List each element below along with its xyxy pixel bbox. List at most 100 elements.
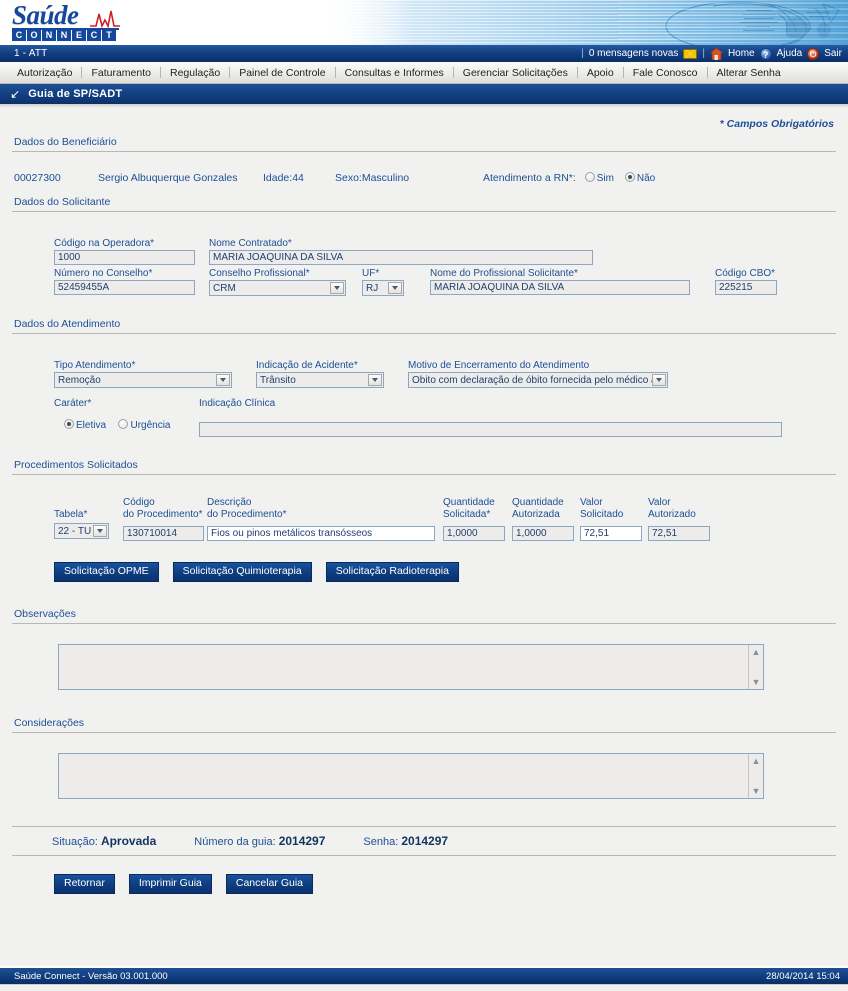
carater-radio-eletiva[interactable] <box>64 419 74 429</box>
imprimir-guia-button[interactable]: Imprimir Guia <box>128 874 212 894</box>
valor-autorizado-input[interactable] <box>648 526 710 541</box>
scroll-up-icon[interactable]: ▲ <box>752 756 761 766</box>
logout-link[interactable]: Sair <box>824 48 842 59</box>
descricao-procedimento-input[interactable] <box>207 526 435 541</box>
beneficiary-name: Sergio Albuquerque Gonzales <box>98 172 238 184</box>
messages-label[interactable]: 0 mensagens novas <box>589 48 679 59</box>
ekg-icon <box>90 9 120 34</box>
indicacao-clinica-label: Indicação Clínica <box>199 398 276 409</box>
mail-icon[interactable] <box>683 48 698 59</box>
rn-radio-sim-label: Sim <box>596 173 614 184</box>
solicitacao-quimioterapia-button[interactable]: Solicitação Quimioterapia <box>172 562 312 582</box>
cbo-input[interactable] <box>715 280 777 295</box>
senha-label: Senha: <box>363 836 399 848</box>
table-row: 22 - TU <box>54 523 836 543</box>
separator: | <box>581 48 584 59</box>
help-icon[interactable]: ? <box>759 47 772 60</box>
indicacao-acidente-value: Trânsito <box>260 375 296 386</box>
logo-letter: C <box>12 29 26 41</box>
home-icon[interactable] <box>708 47 724 60</box>
col-qtd-solicitada-label-1: Quantidade <box>443 497 495 508</box>
logo-letter: E <box>72 29 86 41</box>
situacao-label: Situação: <box>52 836 98 848</box>
page-title: Guia de SP/SADT <box>28 88 123 100</box>
arrow-icon: ↘ <box>10 87 21 101</box>
menu-item-apoio[interactable]: Apoio <box>578 67 623 79</box>
scroll-up-icon[interactable]: ▲ <box>752 647 761 657</box>
nome-contratado-input[interactable] <box>209 250 593 265</box>
carater-radio-urgencia[interactable] <box>118 419 129 429</box>
separator: | <box>702 48 705 59</box>
logged-user-label: 1 - ATT <box>14 48 48 59</box>
chevron-down-icon[interactable] <box>93 525 107 537</box>
logo-underline <box>12 28 119 30</box>
user-status-bar: 1 - ATT | 0 mensagens novas | Home ? Aju… <box>0 45 848 62</box>
scroll-down-icon[interactable]: ▼ <box>752 677 761 687</box>
logo-letter: O <box>27 29 41 41</box>
observacoes-scrollbar[interactable]: ▲ ▼ <box>748 645 763 689</box>
beneficiary-row: 00027300 Sergio Albuquerque Gonzales Ida… <box>12 154 836 190</box>
menu-item-regulacao[interactable]: Regulação <box>161 67 229 79</box>
atendimento-row-2: Caráter* Eletiva Urgência Indicação Clín… <box>54 398 836 437</box>
scroll-down-icon[interactable]: ▼ <box>752 786 761 796</box>
observacoes-textarea[interactable] <box>58 644 764 690</box>
chevron-down-icon[interactable] <box>368 374 382 386</box>
nome-profissional-input[interactable] <box>430 280 690 295</box>
section-solicitante: Dados do Solicitante <box>12 196 836 212</box>
indicacao-acidente-select[interactable]: Trânsito <box>256 372 384 388</box>
chevron-down-icon[interactable] <box>330 282 344 294</box>
main-content: * Campos Obrigatórios Dados do Beneficiá… <box>0 108 848 894</box>
numero-conselho-input[interactable] <box>54 280 195 295</box>
menu-item-gerenciar-solicitacoes[interactable]: Gerenciar Solicitações <box>454 67 577 79</box>
carater-label: Caráter* <box>54 398 92 409</box>
quantidade-autorizada-input[interactable] <box>512 526 574 541</box>
tabela-select[interactable]: 22 - TU <box>54 523 109 539</box>
tipo-atendimento-value: Remoção <box>58 375 101 386</box>
help-link[interactable]: Ajuda <box>777 48 803 59</box>
retornar-button[interactable]: Retornar <box>54 874 115 894</box>
uf-select[interactable]: RJ <box>362 280 404 296</box>
chevron-down-icon[interactable] <box>216 374 230 386</box>
menu-item-faturamento[interactable]: Faturamento <box>82 67 160 79</box>
section-procedimentos: Procedimentos Solicitados <box>12 459 836 475</box>
conselho-profissional-value: CRM <box>213 283 236 294</box>
uf-label: UF* <box>362 268 380 279</box>
codigo-operadora-input[interactable] <box>54 250 195 265</box>
senha-group: Senha: 2014297 <box>363 834 448 848</box>
situacao-group: Situação: Aprovada <box>52 834 156 848</box>
quantidade-solicitada-input[interactable] <box>443 526 505 541</box>
col-valor-solicitado-label-1: Valor <box>580 497 603 508</box>
procedimento-action-buttons: Solicitação OPME Solicitação Quimioterap… <box>54 562 836 582</box>
numero-guia-label: Número da guia: <box>194 836 276 848</box>
footer-bar: Saúde Connect - Versão 03.001.000 28/04/… <box>0 968 848 984</box>
logout-icon[interactable]: ⏻ <box>807 47 820 60</box>
rn-attendance-group: Atendimento a RN*: Sim Não <box>483 172 663 184</box>
menu-item-painel-de-controle[interactable]: Painel de Controle <box>230 67 334 79</box>
rn-radio-sim[interactable] <box>584 172 595 182</box>
menu-item-consultas-e-informes[interactable]: Consultas e Informes <box>336 67 453 79</box>
codigo-procedimento-input[interactable] <box>123 526 204 541</box>
col-codigo-label-1: Código <box>123 497 155 508</box>
valor-solicitado-input[interactable] <box>580 526 642 541</box>
menu-item-fale-conosco[interactable]: Fale Conosco <box>624 67 707 79</box>
solicitacao-radioterapia-button[interactable]: Solicitação Radioterapia <box>325 562 459 582</box>
situacao-value: Aprovada <box>100 834 157 848</box>
motivo-encerramento-select[interactable]: Obito com declaração de óbito fornecida … <box>408 372 668 388</box>
rn-radio-nao[interactable] <box>624 172 635 182</box>
indicacao-clinica-input[interactable] <box>199 422 782 437</box>
guide-status-line: Situação: Aprovada Número da guia: 20142… <box>12 826 836 856</box>
menu-item-alterar-senha[interactable]: Alterar Senha <box>708 67 790 79</box>
menu-item-autorizacao[interactable]: Autorização <box>8 67 81 79</box>
cancelar-guia-button[interactable]: Cancelar Guia <box>225 874 313 894</box>
home-link[interactable]: Home <box>728 48 755 59</box>
logo-letter: N <box>42 29 56 41</box>
consideracoes-textarea[interactable] <box>58 753 764 799</box>
consideracoes-scrollbar[interactable]: ▲ ▼ <box>748 754 763 798</box>
tipo-atendimento-select[interactable]: Remoção <box>54 372 232 388</box>
solicitacao-opme-button[interactable]: Solicitação OPME <box>54 562 159 582</box>
col-valor-autorizado-label-1: Valor <box>648 497 671 508</box>
chevron-down-icon[interactable] <box>388 282 402 294</box>
conselho-profissional-select[interactable]: CRM <box>209 280 346 296</box>
app-logo[interactable]: Saúde C O N N E C T <box>12 2 120 44</box>
chevron-down-icon[interactable] <box>652 374 666 386</box>
